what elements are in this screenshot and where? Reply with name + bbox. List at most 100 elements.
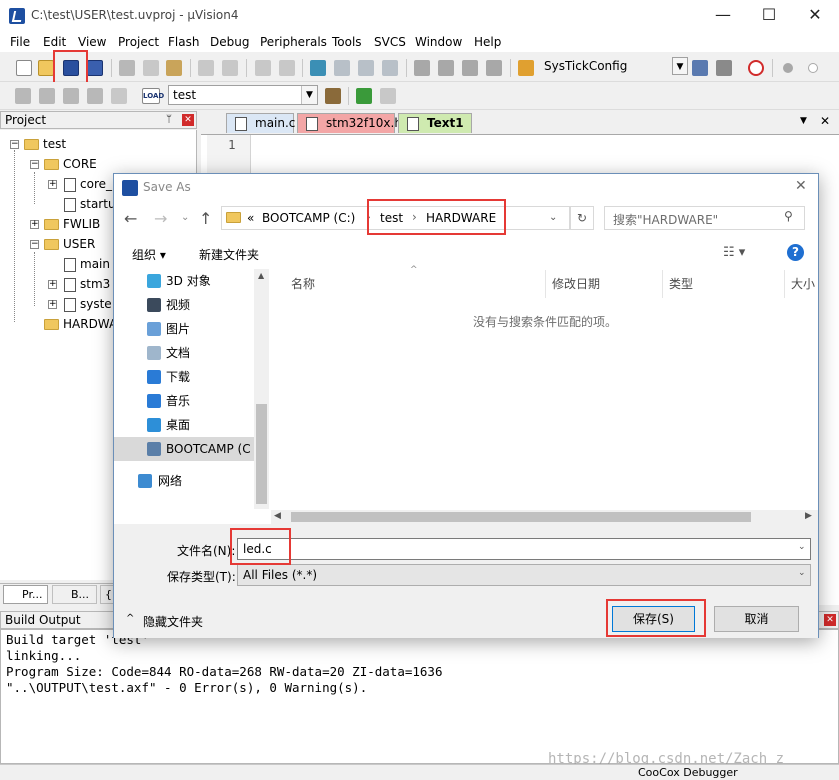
help-icon[interactable]: ? — [787, 244, 804, 261]
close-panel-icon[interactable]: ✕ — [182, 114, 194, 126]
next-bookmark-icon[interactable] — [358, 60, 374, 76]
column-type[interactable]: 类型 — [663, 270, 785, 298]
select-packet-icon[interactable] — [380, 88, 396, 104]
tab-books[interactable]: B... — [52, 585, 97, 604]
chevron-down-icon[interactable]: ⌄ — [798, 568, 806, 578]
chevron-down-icon[interactable]: ▼ — [301, 86, 317, 104]
recent-chevron-icon[interactable]: ⌄ — [181, 212, 189, 223]
comment-icon[interactable] — [462, 60, 478, 76]
forward-arrow-icon[interactable]: → — [154, 209, 167, 228]
menu-help[interactable]: Help — [474, 35, 501, 49]
chevron-down-icon[interactable]: ⌄ — [549, 212, 557, 223]
column-name[interactable]: 名称 — [285, 270, 546, 298]
tab-stm32f10x-h[interactable]: stm32f10x.h — [297, 113, 402, 133]
breadcrumb-drive[interactable]: BOOTCAMP (C:) — [262, 211, 355, 225]
tree-file-system[interactable]: syste — [64, 297, 112, 312]
menu-edit[interactable]: Edit — [43, 35, 66, 49]
find-in-files-icon[interactable] — [518, 60, 534, 76]
copy-icon[interactable] — [143, 60, 159, 76]
function-combo[interactable]: SysTickConfig ▼ — [540, 57, 688, 77]
debug-session-icon[interactable] — [748, 60, 764, 76]
stop-build-icon[interactable] — [111, 88, 127, 104]
up-arrow-icon[interactable]: ↑ — [199, 209, 212, 228]
breakpoint-icon[interactable] — [783, 63, 793, 73]
rebuild-icon[interactable] — [63, 88, 79, 104]
nav-downloads[interactable]: 下载 — [114, 365, 269, 389]
nav-3d-objects[interactable]: 3D 对象 — [114, 269, 269, 293]
collapse-icon[interactable]: − — [30, 160, 39, 169]
expand-icon[interactable]: + — [30, 220, 39, 229]
target-combo[interactable]: test ▼ — [168, 85, 318, 105]
collapse-chevron-icon[interactable]: ^ — [126, 613, 134, 624]
close-editor-icon[interactable]: ✕ — [820, 114, 830, 128]
menu-file[interactable]: File — [10, 35, 30, 49]
close-panel-icon[interactable]: ✕ — [824, 614, 836, 626]
undo-icon[interactable] — [198, 60, 214, 76]
expand-icon[interactable]: + — [48, 180, 57, 189]
column-size[interactable]: 大小 — [785, 270, 818, 298]
nav-music[interactable]: 音乐 — [114, 389, 269, 413]
filetype-select[interactable]: All Files (*.*) ⌄ — [237, 564, 811, 586]
tree-group-user[interactable]: USER — [44, 237, 95, 251]
nav-desktop[interactable]: 桌面 — [114, 413, 269, 437]
redo-icon[interactable] — [222, 60, 238, 76]
save-all-icon[interactable] — [87, 60, 103, 76]
clear-bookmarks-icon[interactable] — [382, 60, 398, 76]
horizontal-scrollbar[interactable]: ◀ ▶ — [271, 510, 818, 524]
find-icon[interactable] — [692, 60, 708, 76]
prev-bookmark-icon[interactable] — [334, 60, 350, 76]
expand-icon[interactable]: + — [48, 300, 57, 309]
tab-list-chevron-icon[interactable]: ▼ — [800, 116, 807, 126]
cut-icon[interactable] — [119, 60, 135, 76]
load-icon[interactable]: LOAD — [142, 88, 164, 104]
tree-group-fwlib[interactable]: FWLIB — [44, 217, 100, 231]
translate-icon[interactable] — [15, 88, 31, 104]
build-icon[interactable] — [39, 88, 55, 104]
filename-field[interactable]: led.c ⌄ — [237, 538, 811, 560]
menu-view[interactable]: View — [78, 35, 106, 49]
navigate-forward-icon[interactable] — [279, 60, 295, 76]
chevron-down-icon[interactable]: ⌄ — [798, 542, 806, 552]
uncomment-icon[interactable] — [486, 60, 502, 76]
organize-button[interactable]: 组织 ▾ — [132, 246, 166, 263]
menu-project[interactable]: Project — [118, 35, 159, 49]
open-file-icon[interactable] — [38, 60, 54, 76]
tree-root-test[interactable]: test — [24, 137, 66, 151]
build-output-area[interactable]: Build target 'test' linking... Program S… — [0, 629, 839, 764]
target-options-icon[interactable] — [325, 88, 341, 104]
nav-documents[interactable]: 文档 — [114, 341, 269, 365]
tab-project[interactable]: Pr... — [3, 585, 48, 604]
nav-scrollbar-thumb[interactable] — [256, 404, 267, 504]
expand-icon[interactable]: + — [48, 280, 57, 289]
close-window-button[interactable]: ✕ — [792, 0, 838, 32]
minimize-button[interactable]: — — [700, 0, 746, 32]
tree-file-startup[interactable]: startu — [64, 197, 116, 212]
refresh-button[interactable]: ↻ — [570, 206, 594, 230]
bookmark-icon[interactable] — [310, 60, 326, 76]
search-input[interactable]: 搜索"HARDWARE" — [613, 211, 718, 228]
unindent-icon[interactable] — [438, 60, 454, 76]
menu-svcs[interactable]: SVCS — [374, 35, 406, 49]
cancel-button[interactable]: 取消 — [714, 606, 799, 632]
new-file-icon[interactable] — [16, 60, 32, 76]
tab-main-c[interactable]: main.c — [226, 113, 295, 133]
back-arrow-icon[interactable]: ← — [124, 209, 137, 228]
tab-text1[interactable]: Text1 — [398, 113, 472, 133]
disable-breakpoint-icon[interactable] — [808, 63, 818, 73]
column-date-modified[interactable]: 修改日期 — [546, 270, 663, 298]
tree-file-core[interactable]: core_ — [64, 177, 112, 192]
nav-bootcamp-drive[interactable]: BOOTCAMP (C — [114, 437, 269, 461]
hide-folders-toggle[interactable]: 隐藏文件夹 — [143, 613, 203, 630]
view-options-icon[interactable]: ☷ ▾ — [723, 245, 745, 260]
indent-icon[interactable] — [414, 60, 430, 76]
collapse-icon[interactable]: − — [10, 140, 19, 149]
pin-icon[interactable]: ᛘ — [166, 112, 172, 128]
tree-group-hardware[interactable]: HARDWA — [44, 317, 117, 331]
menu-window[interactable]: Window — [415, 35, 462, 49]
navigate-back-icon[interactable] — [255, 60, 271, 76]
new-folder-button[interactable]: 新建文件夹 — [199, 246, 259, 263]
tree-file-main[interactable]: main — [64, 257, 110, 272]
paste-icon[interactable] — [166, 60, 182, 76]
manage-components-icon[interactable] — [356, 88, 372, 104]
search-box[interactable]: 搜索"HARDWARE" ⚲ — [604, 206, 805, 230]
